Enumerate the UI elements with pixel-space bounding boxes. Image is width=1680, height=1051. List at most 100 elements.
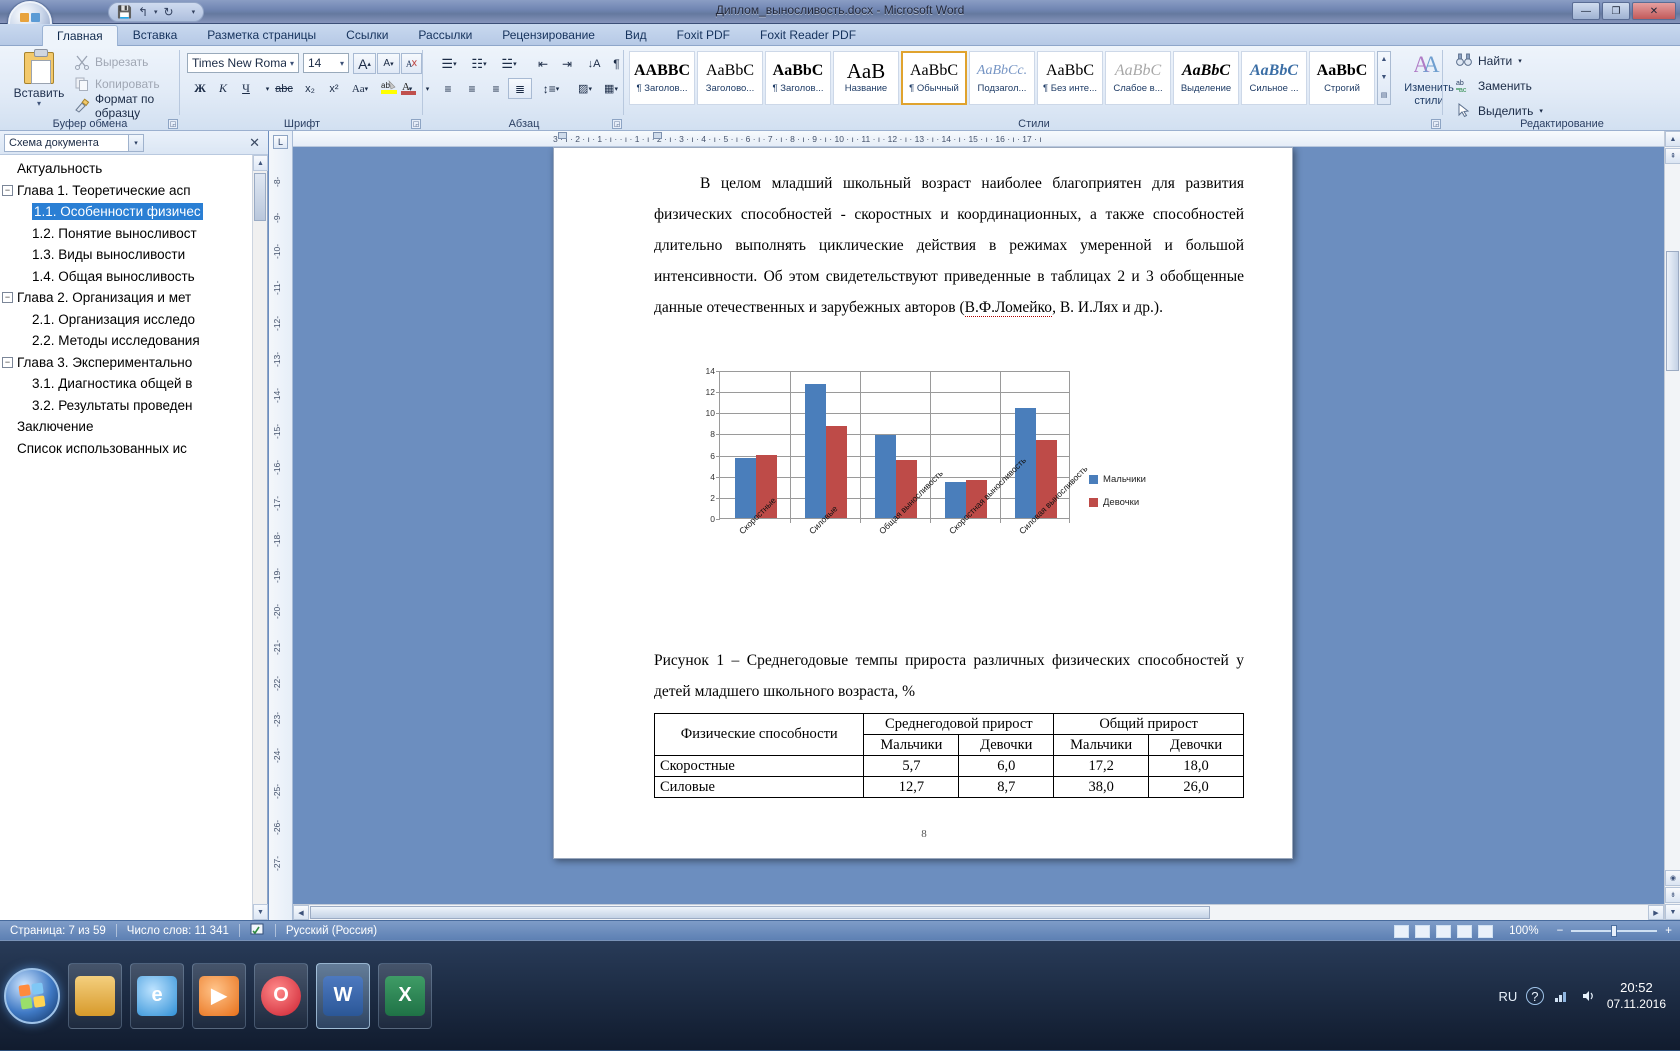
dm-item-12[interactable]: Заключение [0, 416, 252, 438]
dm-item-4[interactable]: 1.3. Виды выносливости [0, 244, 252, 266]
superscript-button[interactable]: x² [322, 78, 346, 99]
view-draft-icon[interactable] [1478, 924, 1494, 938]
replace-button[interactable]: ab ac Заменить [1456, 75, 1532, 97]
taskbar-item-opera[interactable]: O [254, 962, 308, 1029]
vscrollbar-thumb[interactable] [1666, 251, 1679, 371]
start-button[interactable] [4, 967, 60, 1024]
decrease-indent-button[interactable]: ⇤ [532, 53, 554, 74]
zoom-knob[interactable] [1611, 925, 1618, 937]
tab-foxit-reader-pdf[interactable]: Foxit Reader PDF [745, 24, 871, 46]
save-icon[interactable]: 💾 [117, 5, 132, 19]
scroll-up-icon[interactable]: ▲ [1381, 52, 1388, 68]
subscript-button[interactable]: x₂ [298, 78, 322, 99]
document-map-combo[interactable]: Схема документа ▾ [4, 134, 144, 152]
maximize-button[interactable]: ❐ [1602, 2, 1630, 20]
undo-icon[interactable]: ↰ [138, 5, 148, 19]
chevron-down-icon[interactable]: ▾ [128, 135, 143, 151]
vertical-scrollbar[interactable]: ▲ ⇞ ◉ ⇟ ▼ [1664, 131, 1680, 920]
dm-item-3[interactable]: 1.2. Понятие выносливост [0, 223, 252, 245]
format-painter-button[interactable]: Формат по образцу [74, 92, 180, 120]
document-map-scrollbar[interactable]: ▲ ▼ [252, 155, 268, 920]
volume-icon[interactable] [1580, 987, 1598, 1005]
tab-stop-selector[interactable]: L [273, 135, 288, 149]
more-styles-icon[interactable]: ▤ [1381, 88, 1388, 104]
styles-dialog-launcher[interactable]: ◲ [1431, 119, 1441, 129]
tab-references[interactable]: Ссылки [331, 24, 403, 46]
style-item-heading2[interactable]: AaBbC Заголово... [697, 51, 763, 105]
bullets-button[interactable]: ☰ ▾ [436, 53, 462, 74]
horizontal-scrollbar[interactable]: ◀ ▶ [293, 904, 1664, 920]
spellcheck-icon[interactable] [240, 923, 275, 939]
collapse-icon[interactable]: − [2, 292, 13, 304]
select-browse-object-icon[interactable]: ◉ [1665, 870, 1680, 886]
paragraph-dialog-launcher[interactable]: ◲ [612, 119, 622, 129]
shrink-font-button[interactable]: A ▾ [377, 53, 400, 74]
clipboard-dialog-launcher[interactable]: ◲ [168, 119, 178, 129]
styles-gallery-scroll[interactable]: ▲ ▼ ▤ [1377, 51, 1391, 105]
scroll-left-icon[interactable]: ◀ [293, 905, 309, 920]
tab-review[interactable]: Рецензирование [487, 24, 610, 46]
word-count[interactable]: Число слов: 11 341 [117, 925, 239, 937]
paste-button[interactable]: Вставить ▾ [8, 49, 70, 112]
find-button[interactable]: Найти ▾ [1456, 50, 1522, 72]
zoom-level[interactable]: 100% [1499, 925, 1548, 937]
close-icon[interactable]: ✕ [249, 135, 260, 151]
taskbar-item-excel[interactable]: X [378, 962, 432, 1029]
style-item-emphasis[interactable]: AaBbC Выделение [1173, 51, 1239, 105]
sort-button[interactable]: ↓A [582, 53, 606, 74]
paste-dropdown-icon[interactable]: ▾ [37, 100, 41, 108]
style-item-strong[interactable]: AaBbC Сильное ... [1241, 51, 1307, 105]
tab-view[interactable]: Вид [610, 24, 662, 46]
document-text-block[interactable]: В целом младший школьный возраст наиболе… [654, 168, 1244, 323]
redo-icon[interactable]: ↻ [164, 5, 174, 19]
zoom-slider[interactable] [1571, 925, 1658, 937]
multilevel-list-button[interactable]: ☱ ▾ [496, 53, 522, 74]
help-icon[interactable]: ? [1525, 987, 1544, 1005]
scroll-up-icon[interactable]: ▲ [1665, 131, 1680, 147]
dm-item-9[interactable]: − Глава 3. Экспериментально [0, 352, 252, 374]
dm-item-1[interactable]: − Глава 1. Теоретические асп [0, 180, 252, 202]
collapse-icon[interactable]: − [2, 184, 13, 196]
dm-item-10[interactable]: 3.1. Диагностика общей в [0, 373, 252, 395]
legend-entry-devochki[interactable]: Девочки [1089, 491, 1146, 514]
align-right-button[interactable]: ≡ [484, 78, 508, 99]
dm-item-7[interactable]: 2.1. Организация исследо [0, 309, 252, 331]
shading-button[interactable]: ▨ ▾ [572, 78, 598, 99]
minimize-button[interactable]: — [1572, 2, 1600, 20]
font-size-combo[interactable]: 14 ▾ [303, 53, 349, 73]
cut-button[interactable]: Вырезать [74, 52, 148, 72]
dm-item-0[interactable]: Актуальность [0, 158, 252, 180]
tab-home[interactable]: Главная [42, 25, 118, 47]
copy-button[interactable]: Копировать [74, 74, 160, 94]
increase-indent-button[interactable]: ⇥ [556, 53, 578, 74]
taskbar-item-word[interactable]: W [316, 962, 370, 1029]
dm-item-8[interactable]: 2.2. Методы исследования [0, 330, 252, 352]
scroll-down-icon[interactable]: ▼ [1665, 904, 1680, 920]
scroll-right-icon[interactable]: ▶ [1648, 905, 1664, 920]
style-item-no-spacing[interactable]: AaBbC ¶ Без инте... [1037, 51, 1103, 105]
numbering-button[interactable]: ☷ ▾ [466, 53, 492, 74]
close-button[interactable]: ✕ [1632, 2, 1676, 20]
dm-item-2[interactable]: 1.1. Особенности физичес [0, 201, 252, 223]
style-item-subtle-emphasis[interactable]: AaBbC Слабое в... [1105, 51, 1171, 105]
view-outline-icon[interactable] [1457, 924, 1473, 938]
dm-item-6[interactable]: − Глава 2. Организация и мет [0, 287, 252, 309]
bar-malchiki-2[interactable] [875, 434, 896, 518]
document-page-1[interactable]: В целом младший школьный возраст наиболе… [553, 147, 1293, 859]
style-item-heading3[interactable]: AaBbC ¶ Заголов... [765, 51, 831, 105]
dm-item-13[interactable]: Список использованных ис [0, 438, 252, 460]
style-item-strict[interactable]: AaBbC Строгий [1309, 51, 1375, 105]
data-table[interactable]: Физические способности Среднегодовой при… [653, 713, 1244, 798]
tab-mailings[interactable]: Рассылки [403, 24, 487, 46]
line-spacing-button[interactable]: ↕≡ ▾ [536, 78, 566, 99]
style-item-heading1[interactable]: AABBC ¶ Заголов... [629, 51, 695, 105]
scrollbar-thumb[interactable] [254, 173, 266, 221]
strikethrough-button[interactable]: abc [271, 78, 297, 99]
borders-button[interactable]: ▦ ▾ [598, 78, 624, 99]
clock[interactable]: 20:52 07.11.2016 [1607, 979, 1666, 1013]
grow-font-button[interactable]: A ▴ [353, 53, 376, 74]
align-left-button[interactable]: ≡ [436, 78, 460, 99]
underline-button[interactable]: Ч [235, 78, 257, 99]
taskbar-item-media-player[interactable]: ▶ [192, 962, 246, 1029]
align-center-button[interactable]: ≡ [460, 78, 484, 99]
